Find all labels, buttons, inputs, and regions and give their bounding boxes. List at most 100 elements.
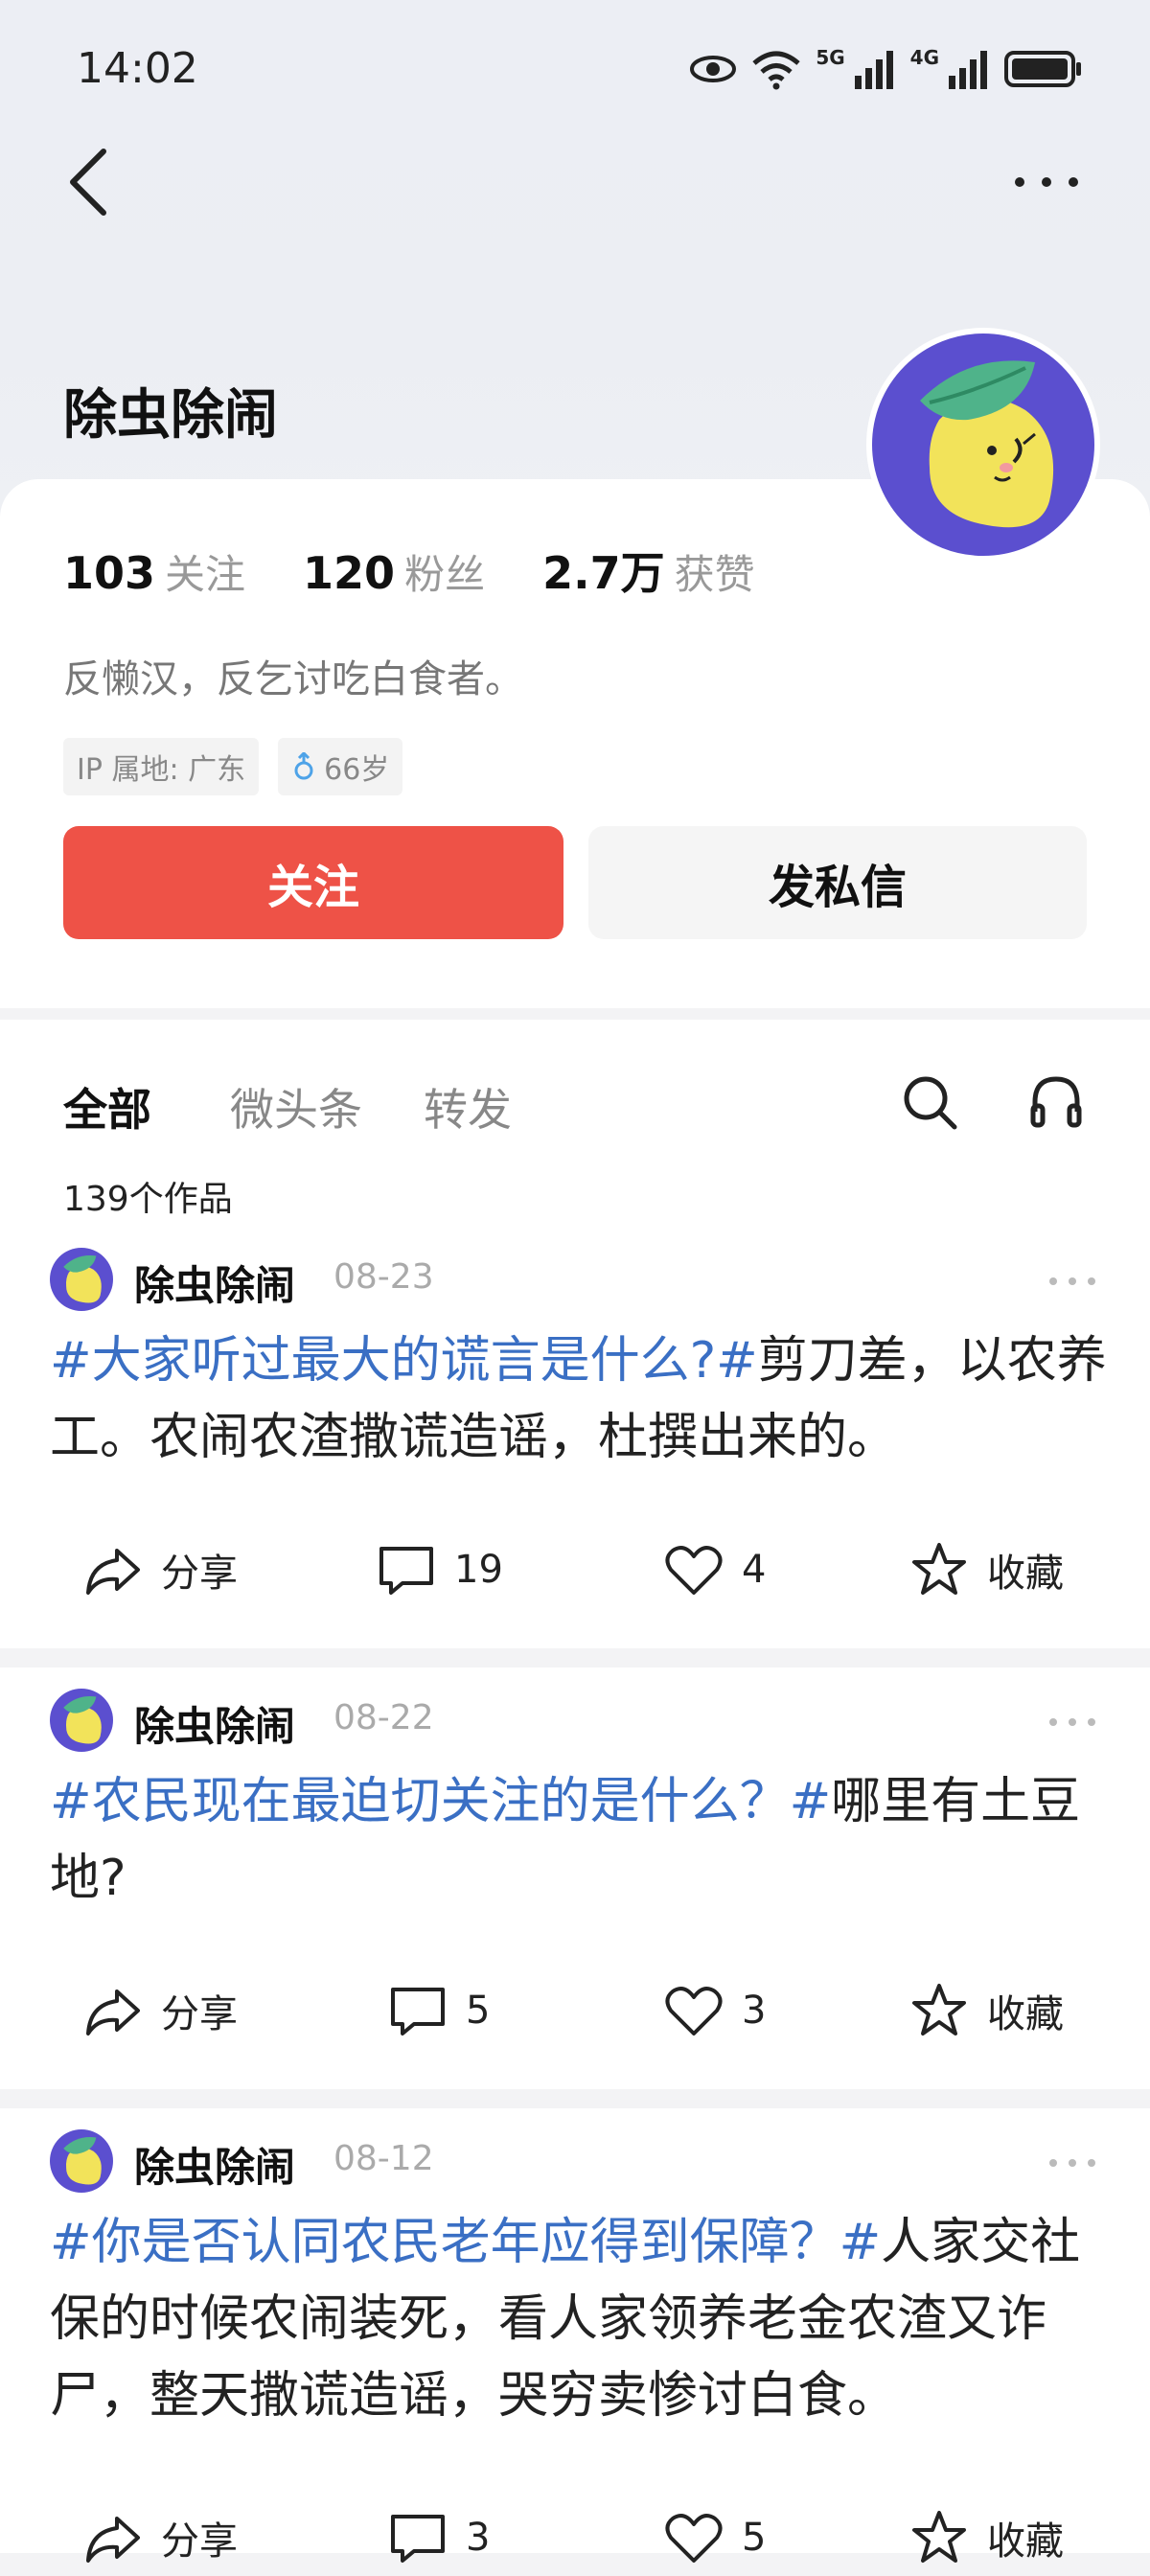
following-label[interactable]: 关注	[165, 542, 245, 601]
like-count: 5	[742, 2516, 767, 2560]
comment-icon	[391, 2515, 445, 2563]
post-more-icon[interactable]	[1048, 1276, 1096, 1286]
post-date: 08-22	[334, 1698, 434, 1737]
comment-button[interactable]: 5	[387, 1972, 490, 2049]
lemon-mascot-icon	[63, 1255, 102, 1303]
comment-count: 5	[466, 1989, 491, 2033]
signal-4g-icon	[949, 51, 987, 89]
tab-reposts[interactable]: 转发	[424, 1075, 512, 1138]
followers-count[interactable]: 120	[303, 547, 395, 599]
lemon-mascot-icon	[63, 2137, 102, 2185]
likes-label: 获赞	[674, 551, 755, 598]
share-label: 分享	[161, 1992, 238, 2036]
post-actions: 分享 3 5 收藏	[0, 2499, 1150, 2576]
search-icon[interactable]	[901, 1073, 958, 1131]
share-icon	[86, 1549, 140, 1595]
post-more-icon[interactable]	[1048, 2158, 1096, 2168]
heart-icon	[665, 2514, 723, 2563]
comment-count: 3	[466, 2516, 491, 2560]
post-topic-link[interactable]: #你是否认同农民老年应得到保障？#	[50, 2214, 881, 2271]
profile-tags: IP 属地: 广东 66岁	[63, 738, 403, 795]
age-text: 66岁	[324, 753, 390, 787]
favorite-label: 收藏	[987, 2519, 1064, 2564]
post-author-name[interactable]: 除虫除闹	[134, 2135, 295, 2194]
works-count: 139个作品	[63, 1180, 233, 1219]
post-author-avatar[interactable]	[50, 1248, 113, 1311]
favorite-label: 收藏	[987, 1992, 1064, 2036]
post-author-avatar[interactable]	[50, 2129, 113, 2193]
followers-label[interactable]: 粉丝	[404, 542, 485, 601]
status-time: 14:02	[77, 44, 198, 93]
like-count: 4	[742, 1548, 767, 1592]
share-button[interactable]: 分享	[82, 1531, 238, 1608]
lemon-mascot-icon	[920, 360, 1054, 528]
status-bar: 14:02 5G 4G	[77, 38, 1083, 100]
post-actions: 分享 19 4 收藏	[0, 1531, 1150, 1608]
share-icon	[86, 2517, 140, 2563]
profile-bio: 反懒汉，反乞讨吃白食者。	[63, 657, 523, 702]
more-menu-icon[interactable]	[1008, 163, 1085, 201]
favorite-button[interactable]: 收藏	[908, 2499, 1064, 2576]
post-author-avatar[interactable]	[50, 1689, 113, 1752]
like-button[interactable]: 5	[663, 2499, 766, 2576]
share-icon	[86, 1990, 140, 2036]
share-button[interactable]: 分享	[82, 2499, 238, 2576]
back-arrow-icon[interactable]	[61, 144, 119, 220]
comment-button[interactable]: 19	[376, 1531, 503, 1608]
favorite-label: 收藏	[987, 1552, 1064, 1596]
post-topic-link[interactable]: #农民现在最迫切关注的是什么？#	[50, 1773, 831, 1830]
status-icons: 5G 4G	[689, 46, 1083, 92]
ip-location-text: IP 属地: 广东	[77, 753, 246, 787]
headphones-icon[interactable]	[1027, 1073, 1085, 1131]
post-content[interactable]: #农民现在最迫切关注的是什么？#哪里有土豆地?	[50, 1763, 1114, 1917]
send-message-button[interactable]: 发私信	[588, 826, 1087, 939]
post-content[interactable]: #大家听过最大的谎言是什么?#剪刀差，以农养工。农闹农渣撒谎造谣，杜撰出来的。	[50, 1322, 1114, 1476]
heart-icon	[665, 1987, 723, 2036]
feed-post[interactable]: 除虫除闹 08-12 #你是否认同农民老年应得到保障？#人家交社保的时候农闹装死…	[0, 2108, 1150, 2564]
share-label: 分享	[161, 2519, 238, 2564]
post-date: 08-12	[334, 2139, 434, 2178]
post-actions: 分享 5 3 收藏	[0, 1972, 1150, 2049]
signal-5g-icon	[854, 51, 893, 89]
comment-icon	[391, 1988, 445, 2036]
like-button[interactable]: 3	[663, 1972, 766, 2049]
like-button[interactable]: 4	[663, 1531, 766, 1608]
comment-count: 19	[454, 1548, 503, 1592]
age-tag: 66岁	[278, 738, 403, 795]
follow-button[interactable]: 关注	[63, 826, 564, 939]
post-author-name[interactable]: 除虫除闹	[134, 1694, 295, 1753]
favorite-button[interactable]: 收藏	[908, 1972, 1064, 2049]
comment-icon	[380, 1547, 433, 1595]
post-author-name[interactable]: 除虫除闹	[134, 1254, 295, 1312]
network-4g-label: 4G	[909, 46, 939, 69]
share-button[interactable]: 分享	[82, 1972, 238, 2049]
ip-location-tag: IP 属地: 广东	[63, 738, 260, 795]
wifi-icon	[752, 51, 800, 90]
post-date: 08-23	[334, 1257, 434, 1297]
male-gender-icon	[294, 752, 313, 780]
lemon-mascot-icon	[63, 1696, 102, 1744]
star-icon	[912, 1984, 966, 2036]
profile-name: 除虫除闹	[63, 384, 278, 447]
feed-post[interactable]: 除虫除闹 08-23 #大家听过最大的谎言是什么?#剪刀差，以农养工。农闹农渣撒…	[0, 1227, 1150, 1648]
post-content[interactable]: #你是否认同农民老年应得到保障？#人家交社保的时候农闹装死，看人家领养老金农渣又…	[50, 2204, 1114, 2434]
eye-icon	[690, 56, 737, 82]
star-icon	[912, 2511, 966, 2563]
favorite-button[interactable]: 收藏	[908, 1531, 1064, 1608]
star-icon	[912, 1543, 966, 1595]
profile-avatar[interactable]	[866, 328, 1100, 562]
profile-stats: 103 关注 120 粉丝 2.7万 获赞	[63, 539, 813, 602]
share-label: 分享	[161, 1552, 238, 1596]
following-count[interactable]: 103	[63, 547, 155, 599]
battery-icon	[1004, 51, 1081, 87]
network-5g-label: 5G	[816, 46, 845, 69]
post-more-icon[interactable]	[1048, 1717, 1096, 1727]
comment-button[interactable]: 3	[387, 2499, 490, 2576]
tab-micro-posts[interactable]: 微头条	[230, 1075, 362, 1138]
like-count: 3	[742, 1989, 767, 2033]
heart-icon	[665, 1546, 723, 1595]
post-topic-link[interactable]: #大家听过最大的谎言是什么?#	[50, 1332, 758, 1390]
feed-post[interactable]: 除虫除闹 08-22 #农民现在最迫切关注的是什么？#哪里有土豆地? 分享 5 …	[0, 1668, 1150, 2089]
tab-all[interactable]: 全部	[63, 1075, 151, 1138]
likes-count: 2.7万	[542, 547, 665, 599]
